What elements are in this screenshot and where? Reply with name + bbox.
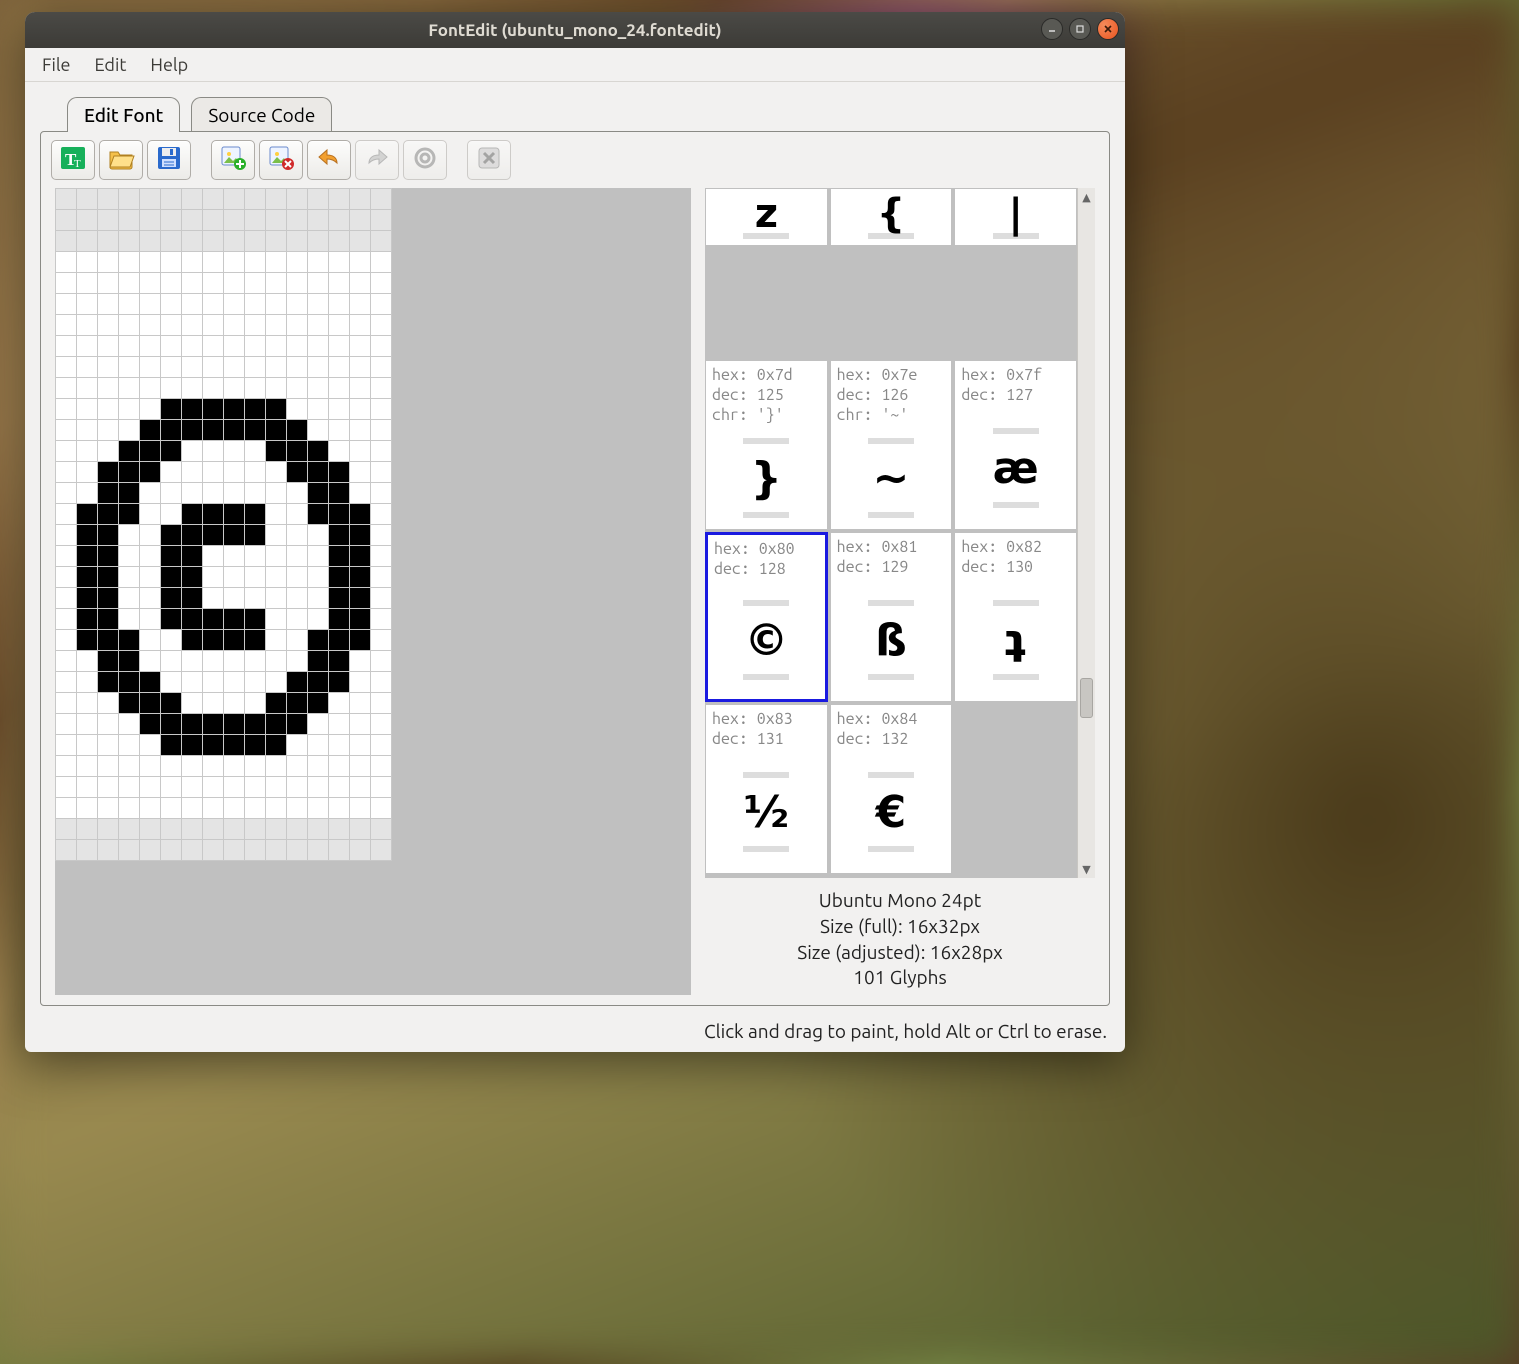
- glyph-cell-empty: [954, 704, 1077, 874]
- glyph-preview: ½: [706, 751, 827, 873]
- glyph-meta: hex: 0x83 dec: 131: [706, 705, 827, 751]
- font-info-glyph-count: 101 Glyphs: [709, 965, 1091, 991]
- glyph-meta: hex: 0x81 dec: 129: [831, 533, 952, 579]
- reset-button: [403, 140, 447, 180]
- glyph-preview: €: [831, 751, 952, 873]
- glyph-preview: ß: [831, 579, 952, 701]
- font-info-size-full: Size (full): 16x32px: [709, 914, 1091, 940]
- window-title: FontEdit (ubuntu_mono_24.fontedit): [428, 21, 721, 40]
- glyph-scrollbar[interactable]: ▲ ▼: [1077, 188, 1095, 878]
- status-bar: Click and drag to paint, hold Alt or Ctr…: [25, 1014, 1125, 1052]
- glyph-palette: z{| hex: 0x7d dec: 125 chr: '}'}hex: 0x7e…: [705, 188, 1095, 878]
- minimize-button[interactable]: [1041, 18, 1063, 40]
- glyph-cell[interactable]: hex: 0x81 dec: 129ß: [830, 532, 953, 702]
- tabstrip: Edit Font Source Code: [25, 82, 1125, 132]
- close-icon: [475, 145, 503, 175]
- glyph-meta: hex: 0x82 dec: 130: [955, 533, 1076, 579]
- maximize-button[interactable]: [1069, 18, 1091, 40]
- undo-icon: [315, 145, 343, 175]
- menubar: File Edit Help: [25, 48, 1125, 82]
- import-font-button[interactable]: TT: [51, 140, 95, 180]
- glyph-meta: hex: 0x80 dec: 128: [708, 535, 825, 581]
- open-button[interactable]: [99, 140, 143, 180]
- toolbar: TT: [41, 132, 1109, 188]
- tab-edit-font[interactable]: Edit Font: [67, 97, 180, 132]
- glyph-cell[interactable]: hex: 0x82 dec: 130ʇ: [954, 532, 1077, 702]
- glyph-cell[interactable]: hex: 0x7f dec: 127æ: [954, 360, 1077, 530]
- svg-text:T: T: [74, 158, 81, 170]
- glyph-preview: ~: [831, 427, 952, 529]
- scroll-down-arrow-icon[interactable]: ▼: [1078, 860, 1095, 878]
- glyph-sidebar: z{| hex: 0x7d dec: 125 chr: '}'}hex: 0x7e…: [705, 188, 1095, 995]
- glyph-cell[interactable]: hex: 0x7d dec: 125 chr: '}'}: [705, 360, 828, 530]
- undo-button[interactable]: [307, 140, 351, 180]
- scroll-thumb[interactable]: [1080, 678, 1093, 718]
- tab-source-code[interactable]: Source Code: [191, 97, 332, 132]
- add-glyph-button[interactable]: [211, 140, 255, 180]
- import-font-icon: TT: [59, 145, 87, 175]
- client-area: Edit Font Source Code TT z{| hex: 0x7d de…: [25, 82, 1125, 1052]
- font-info-size-adjusted: Size (adjusted): 16x28px: [709, 940, 1091, 966]
- menu-file[interactable]: File: [32, 51, 81, 79]
- glyph-cell[interactable]: {: [830, 188, 953, 246]
- save-button[interactable]: [147, 140, 191, 180]
- open-icon: [107, 145, 135, 175]
- scroll-up-arrow-icon[interactable]: ▲: [1078, 188, 1095, 206]
- glyph-cell[interactable]: hex: 0x84 dec: 132€: [830, 704, 953, 874]
- save-icon: [155, 145, 183, 175]
- reset-icon: [411, 145, 439, 175]
- glyph-preview: æ: [955, 407, 1076, 529]
- glyph-meta: hex: 0x84 dec: 132: [831, 705, 952, 751]
- close-button: [467, 140, 511, 180]
- add-glyph-icon: [219, 145, 247, 175]
- workarea: z{| hex: 0x7d dec: 125 chr: '}'}hex: 0x7e…: [41, 188, 1109, 1005]
- editor-panel: TT z{|hex: 0x7d dec: 125 chr: '}'}hex: 0…: [40, 131, 1110, 1006]
- redo-button: [355, 140, 399, 180]
- titlebar[interactable]: FontEdit (ubuntu_mono_24.fontedit): [25, 12, 1125, 48]
- font-info-name: Ubuntu Mono 24pt: [709, 888, 1091, 914]
- glyph-meta: hex: 0x7f dec: 127: [955, 361, 1076, 407]
- glyph-cell[interactable]: |: [954, 188, 1077, 246]
- glyph-cell[interactable]: hex: 0x7e dec: 126 chr: '~'~: [830, 360, 953, 530]
- glyph-cell[interactable]: hex: 0x83 dec: 131½: [705, 704, 828, 874]
- glyph-meta: hex: 0x7e dec: 126 chr: '~': [831, 361, 952, 427]
- remove-glyph-icon: [267, 145, 295, 175]
- app-window: FontEdit (ubuntu_mono_24.fontedit) File …: [25, 12, 1125, 1052]
- status-text: Click and drag to paint, hold Alt or Ctr…: [704, 1020, 1107, 1042]
- redo-icon: [363, 145, 391, 175]
- glyph-preview: }: [706, 427, 827, 529]
- glyph-preview: ʇ: [955, 579, 1076, 701]
- remove-glyph-button[interactable]: [259, 140, 303, 180]
- glyph-meta: hex: 0x7d dec: 125 chr: '}': [706, 361, 827, 427]
- menu-help[interactable]: Help: [140, 51, 198, 79]
- menu-edit[interactable]: Edit: [85, 51, 137, 79]
- close-window-button[interactable]: [1097, 18, 1119, 40]
- font-info: Ubuntu Mono 24pt Size (full): 16x32px Si…: [705, 878, 1095, 995]
- glyph-preview: ©: [708, 581, 825, 699]
- glyph-cell[interactable]: z: [705, 188, 828, 246]
- pixel-editor[interactable]: [55, 188, 691, 995]
- glyph-cell[interactable]: hex: 0x80 dec: 128©: [705, 532, 828, 702]
